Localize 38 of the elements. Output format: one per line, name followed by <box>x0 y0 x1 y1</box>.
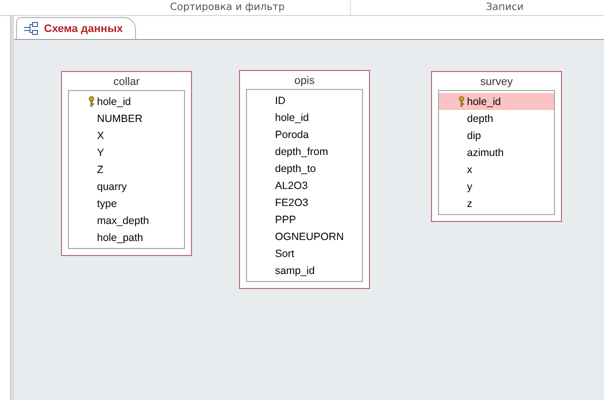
field-name[interactable]: hole_id <box>97 96 131 108</box>
table-title: survey <box>479 75 514 90</box>
table-card[interactable]: collar hole_id NUMBER X Y Z quarry type max_depth hole_path <box>61 71 192 256</box>
field-name[interactable]: hole_id <box>275 112 309 124</box>
table-card[interactable]: survey hole_id depth dip azimuth x y z <box>431 71 562 222</box>
field-name[interactable]: z <box>467 198 472 210</box>
table-title: opis <box>293 74 316 89</box>
field-name[interactable]: ID <box>275 94 286 106</box>
field-name[interactable]: y <box>467 180 472 192</box>
field-name[interactable]: x <box>467 164 472 176</box>
field-name[interactable]: depth_from <box>275 146 328 158</box>
table-card[interactable]: opis ID hole_id Poroda depth_from depth_to AL2O3 FE2O3 PPP OGNEUPORN Sort samp_id <box>239 70 370 289</box>
field-name[interactable]: depth_to <box>275 162 316 174</box>
field-name[interactable]: Sort <box>275 248 294 260</box>
ribbon-group-label: Сортировка и фильтр <box>170 1 351 15</box>
field-name[interactable]: max_depth <box>97 214 149 226</box>
field-name[interactable]: FE2O3 <box>275 196 308 208</box>
field-name[interactable]: type <box>97 198 117 210</box>
field-name[interactable]: depth <box>467 112 494 124</box>
field-name[interactable]: Y <box>97 146 104 158</box>
relationships-icon <box>23 22 39 35</box>
table-title: collar <box>112 75 141 90</box>
field-name[interactable]: Z <box>97 164 104 176</box>
field-name[interactable]: NUMBER <box>97 112 143 124</box>
field-name[interactable]: X <box>97 130 104 142</box>
field-name[interactable]: dip <box>467 130 482 142</box>
ribbon-group-label: Записи <box>486 1 524 15</box>
field-name: hole_id <box>467 96 501 108</box>
selected-field-row[interactable]: hole_id <box>439 93 554 110</box>
field-name[interactable]: samp_id <box>275 264 315 276</box>
field-name[interactable]: azimuth <box>467 146 504 158</box>
field-name[interactable]: AL2O3 <box>275 180 308 192</box>
field-name[interactable]: hole_path <box>97 232 144 244</box>
field-name[interactable]: PPP <box>275 214 296 226</box>
document-tab[interactable]: Схема данных <box>16 17 136 39</box>
field-name[interactable]: quarry <box>97 180 127 192</box>
field-name[interactable]: OGNEUPORN <box>275 230 344 242</box>
field-name[interactable]: Poroda <box>275 128 309 140</box>
